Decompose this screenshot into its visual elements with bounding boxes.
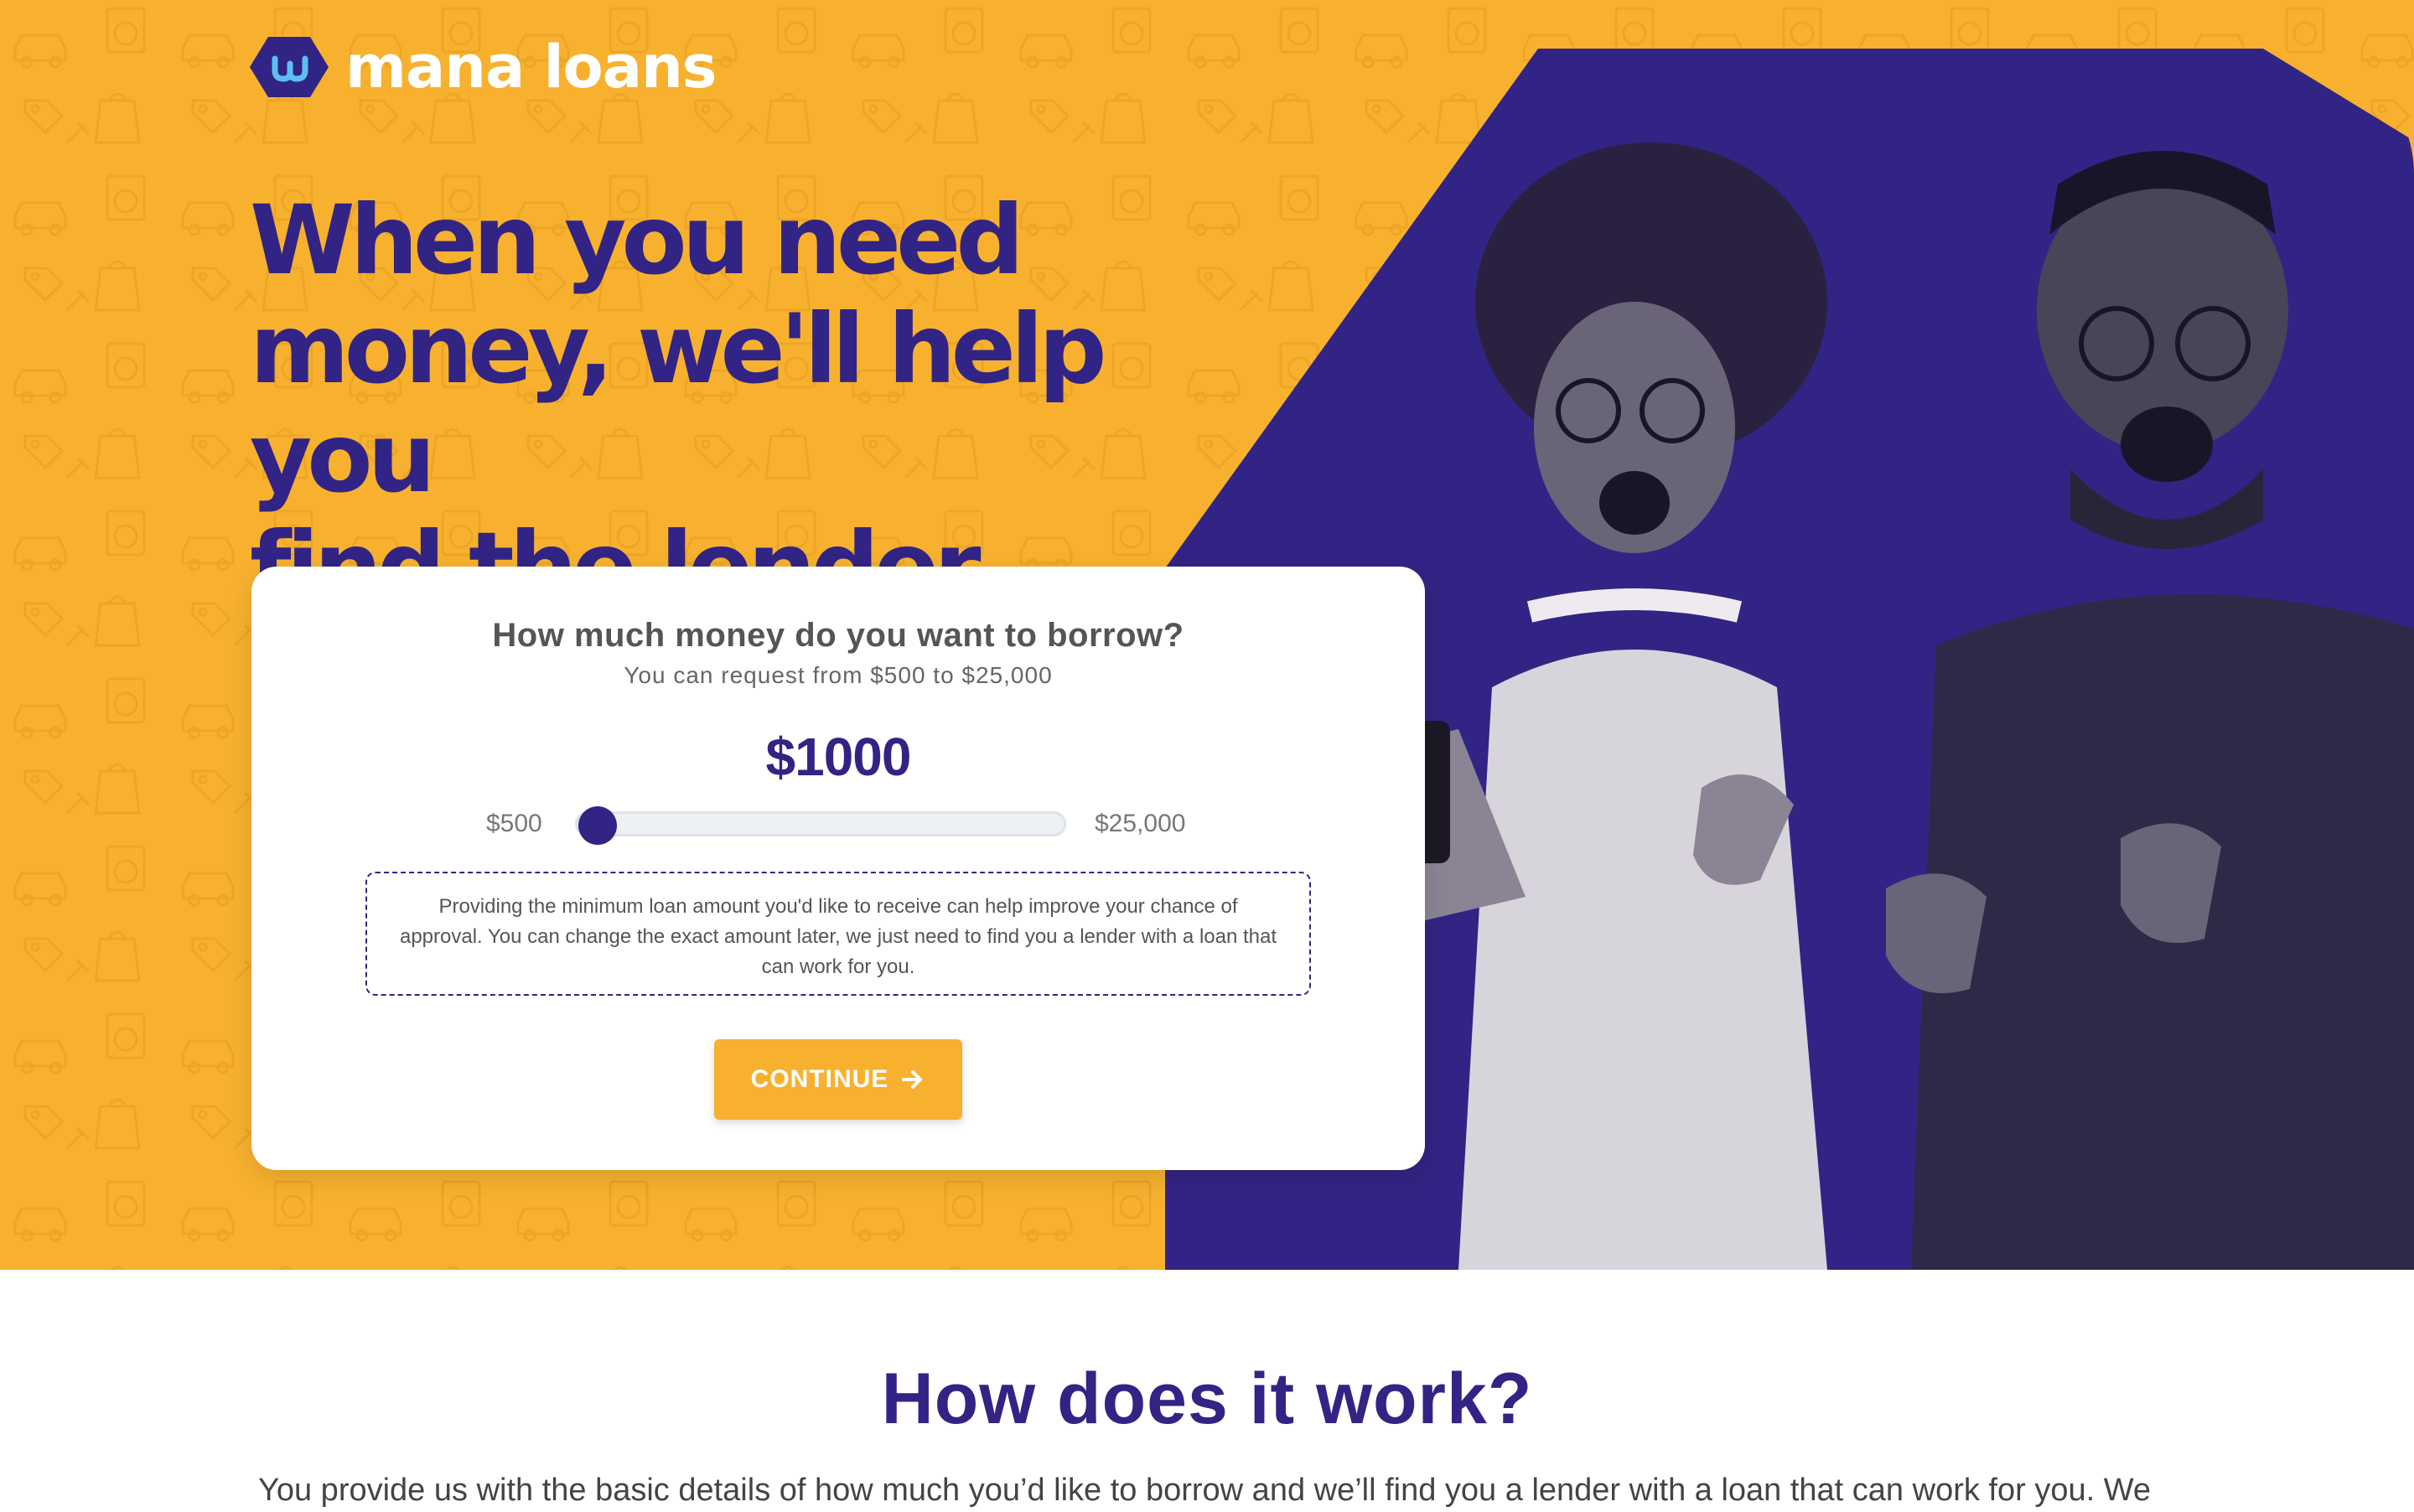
loan-amount-slider[interactable] [575, 806, 1066, 845]
hero-photo-people [1383, 142, 2414, 1270]
loan-range-subtitle: You can request from $500 to $25,000 [624, 662, 1053, 688]
how-it-works-title: How does it work? [881, 1359, 1533, 1439]
woman-figure [1383, 142, 1827, 1270]
loan-amount-display: $1000 [765, 727, 912, 787]
slider-min-label: $500 [486, 810, 542, 837]
loan-amount-card: How much money do you want to borrow? Yo… [251, 567, 1425, 1170]
continue-button[interactable]: CONTINUE [714, 1039, 962, 1120]
mana-logo-icon [250, 37, 329, 97]
headline-line-1: When you need [250, 184, 1024, 296]
arrow-right-icon [902, 1070, 923, 1089]
slider-max-label: $25,000 [1095, 810, 1186, 837]
slider-thumb[interactable] [578, 806, 618, 845]
loan-question: How much money do you want to borrow? [492, 617, 1184, 654]
headline-line-2: money, we'll help you [250, 293, 1107, 514]
loan-info-note: Providing the minimum loan amount you'd … [365, 872, 1311, 996]
man-figure [1886, 151, 2414, 1270]
hero-section: mana loans When you need money, we'll he… [0, 0, 2414, 1270]
brand-logo[interactable]: mana loans [250, 33, 717, 101]
continue-label: CONTINUE [750, 1065, 889, 1093]
brand-name: mana loans [345, 33, 717, 101]
hero-headline: When you need money, we'll help you find… [250, 186, 1289, 622]
how-it-works-text: You provide us with the basic details of… [258, 1473, 2152, 1508]
